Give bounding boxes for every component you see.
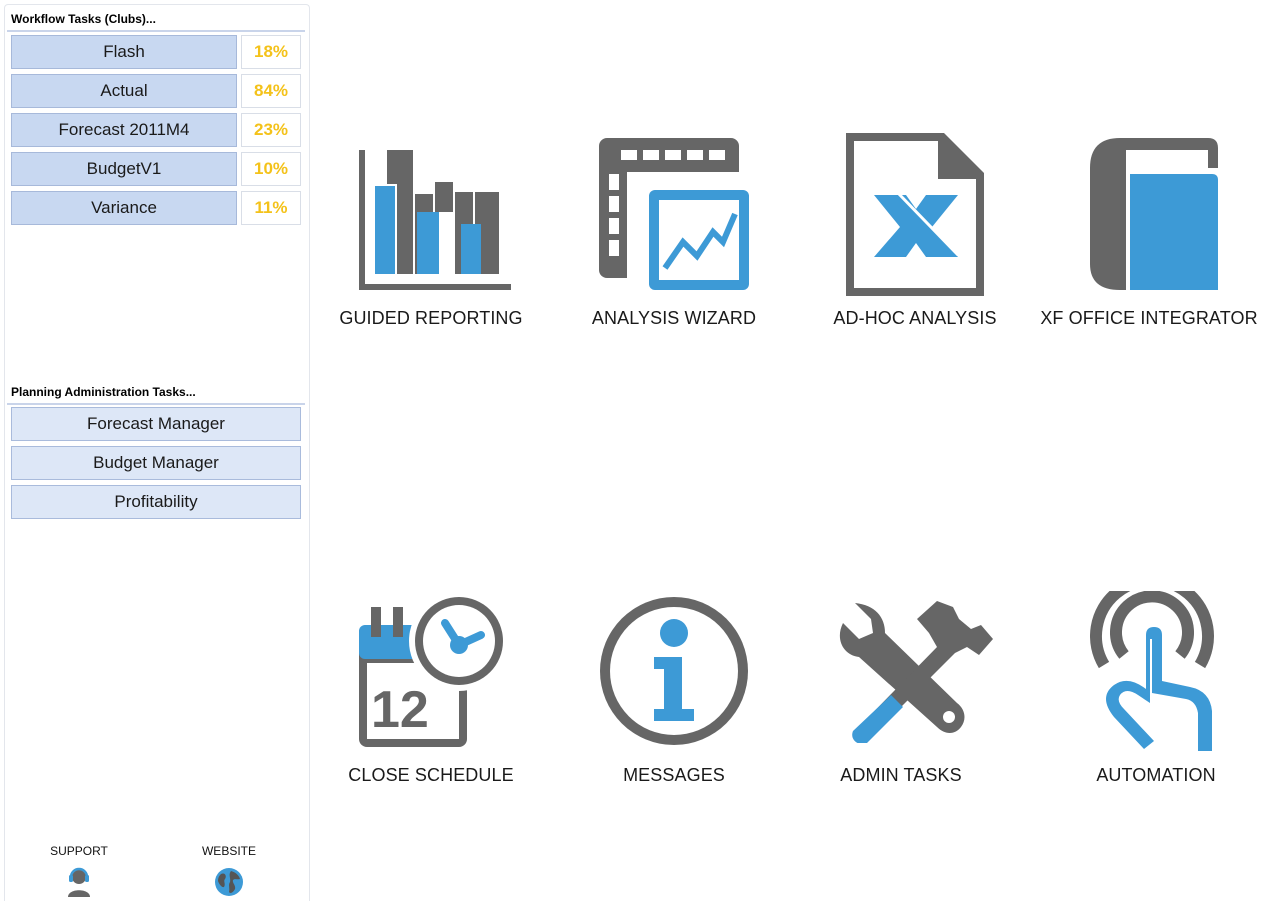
- workflow-item-percent: 84%: [241, 74, 301, 108]
- guided-reporting-label: GUIDED REPORTING: [339, 308, 523, 328]
- close-schedule-tile[interactable]: 12 CLOSE SCHEDULE: [311, 577, 551, 797]
- workflow-item-percent: 18%: [241, 35, 301, 69]
- svg-text:12: 12: [371, 681, 429, 739]
- wrench-hammer-icon: [839, 601, 993, 743]
- budget-manager-button[interactable]: Budget Manager: [11, 446, 301, 480]
- automation-label: AUTOMATION: [1096, 765, 1216, 785]
- ad-hoc-analysis-label: AD-HOC ANALYSIS: [833, 308, 997, 328]
- workflow-item-button[interactable]: Variance: [11, 191, 237, 225]
- workflow-item-button[interactable]: BudgetV1: [11, 152, 237, 186]
- globe-icon: [215, 868, 243, 896]
- excel-document-icon: [846, 133, 984, 296]
- analysis-wizard-label: ANALYSIS WIZARD: [591, 308, 757, 328]
- touch-icon: [1090, 591, 1214, 751]
- admin-tasks-label: ADMIN TASKS: [840, 765, 962, 785]
- profitability-button[interactable]: Profitability: [11, 485, 301, 519]
- workflow-item-percent: 11%: [241, 191, 301, 225]
- analysis-wizard-tile[interactable]: ANALYSIS WIZARD: [554, 120, 794, 340]
- left-panel: Workflow Tasks (Clubs)... Flash 18% Actu…: [4, 4, 310, 901]
- planning-section-title: Planning Administration Tasks...: [11, 385, 196, 399]
- admin-tasks-tile[interactable]: ADMIN TASKS: [781, 577, 1021, 797]
- xf-office-integrator-tile[interactable]: XF OFFICE INTEGRATOR: [1029, 120, 1263, 340]
- spreadsheet-chart-icon: [599, 138, 751, 290]
- planning-divider: [7, 403, 305, 405]
- messages-label: MESSAGES: [623, 765, 725, 785]
- workflow-item-percent: 10%: [241, 152, 301, 186]
- calendar-clock-icon: 12: [359, 595, 509, 747]
- bar-chart-icon: [359, 150, 511, 290]
- support-link[interactable]: SUPPORT: [34, 844, 124, 898]
- workflow-item-percent: 23%: [241, 113, 301, 147]
- workflow-item-button[interactable]: Forecast 2011M4: [11, 113, 237, 147]
- book-icon: [1090, 138, 1218, 290]
- guided-reporting-tile[interactable]: GUIDED REPORTING: [311, 120, 551, 340]
- website-label: WEBSITE: [201, 844, 256, 858]
- headset-user-icon: [68, 867, 90, 897]
- support-label: SUPPORT: [50, 844, 108, 858]
- workflow-item-button[interactable]: Actual: [11, 74, 237, 108]
- xf-office-integrator-label: XF OFFICE INTEGRATOR: [1040, 308, 1258, 328]
- close-schedule-label: CLOSE SCHEDULE: [348, 765, 514, 785]
- info-icon: [600, 597, 748, 745]
- automation-tile[interactable]: AUTOMATION: [1036, 577, 1263, 797]
- workflow-divider: [7, 30, 305, 32]
- messages-tile[interactable]: MESSAGES: [554, 577, 794, 797]
- ad-hoc-analysis-tile[interactable]: AD-HOC ANALYSIS: [795, 120, 1035, 340]
- workflow-item-button[interactable]: Flash: [11, 35, 237, 69]
- workflow-section-title: Workflow Tasks (Clubs)...: [11, 12, 156, 26]
- website-link[interactable]: WEBSITE: [184, 844, 274, 898]
- forecast-manager-button[interactable]: Forecast Manager: [11, 407, 301, 441]
